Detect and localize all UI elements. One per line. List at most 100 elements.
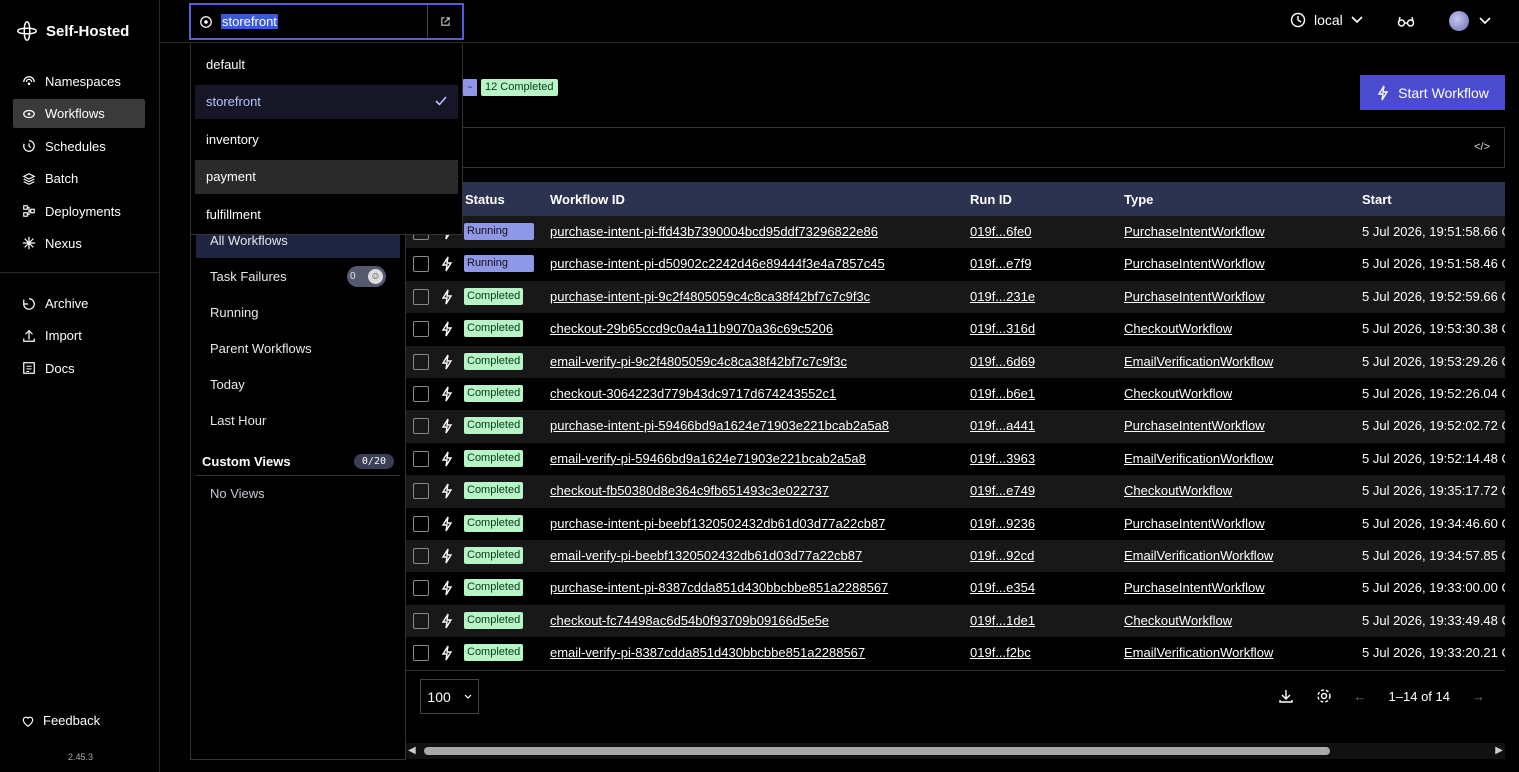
- workflow-id-link[interactable]: email-verify-pi-9c2f4805059c4c8ca38f42bf…: [550, 354, 847, 369]
- row-checkbox[interactable]: [413, 386, 429, 402]
- workflow-type-link[interactable]: PurchaseIntentWorkflow: [1124, 289, 1265, 304]
- row-checkbox[interactable]: [413, 450, 429, 467]
- workflow-id-link[interactable]: purchase-intent-pi-d50902c2242d46e89444f…: [550, 256, 885, 271]
- workflow-type-link[interactable]: PurchaseIntentWorkflow: [1124, 580, 1265, 595]
- row-checkbox[interactable]: [413, 256, 429, 273]
- workflow-id-link[interactable]: email-verify-pi-59466bd9a1624e71903e221b…: [550, 451, 866, 466]
- workflow-type-link[interactable]: EmailVerificationWorkflow: [1124, 451, 1273, 466]
- run-id-link[interactable]: 019f...6fe0: [970, 224, 1031, 239]
- saved-view-parent-workflows[interactable]: Parent Workflows: [196, 330, 400, 366]
- nav-item-batch[interactable]: Batch: [13, 164, 145, 193]
- data-encoder-button[interactable]: [1397, 14, 1415, 31]
- workflow-type-link[interactable]: CheckoutWorkflow: [1124, 321, 1232, 336]
- prev-page-icon[interactable]: ←: [1354, 689, 1367, 704]
- next-page-icon[interactable]: →: [1472, 689, 1485, 704]
- workflow-type-link[interactable]: PurchaseIntentWorkflow: [1124, 224, 1265, 239]
- workflow-id-link[interactable]: purchase-intent-pi-59466bd9a1624e71903e2…: [550, 418, 889, 433]
- deployments-icon: [21, 203, 37, 219]
- gear-icon[interactable]: [1316, 688, 1332, 704]
- workflow-type-link[interactable]: EmailVerificationWorkflow: [1124, 354, 1273, 369]
- saved-view-today[interactable]: Today: [196, 366, 400, 402]
- open-namespace-button[interactable]: [427, 5, 462, 38]
- namespace-option-inventory[interactable]: inventory: [195, 122, 458, 156]
- run-id-link[interactable]: 019f...e354: [970, 580, 1035, 595]
- nav-item-nexus[interactable]: Nexus: [13, 229, 145, 258]
- nav-item-import[interactable]: Import: [13, 321, 145, 350]
- horizontal-scrollbar[interactable]: ◀ ▶: [406, 743, 1505, 759]
- workflow-type-link[interactable]: CheckoutWorkflow: [1124, 386, 1232, 401]
- workflow-type-link[interactable]: EmailVerificationWorkflow: [1124, 645, 1273, 660]
- namespace-option-fulfillment[interactable]: fulfillment: [195, 197, 458, 231]
- nav-item-schedules[interactable]: Schedules: [13, 132, 145, 161]
- namespace-option-default[interactable]: default: [195, 47, 458, 81]
- run-id-link[interactable]: 019f...92cd: [970, 548, 1034, 563]
- workflow-id-link[interactable]: purchase-intent-pi-beebf1320502432db61d0…: [550, 516, 885, 531]
- nav-item-deployments[interactable]: Deployments: [13, 197, 145, 226]
- environment-selector[interactable]: local: [1290, 12, 1363, 28]
- workflow-id-link[interactable]: checkout-3064223d779b43dc9717d674243552c…: [550, 386, 836, 401]
- scrollbar-thumb[interactable]: [424, 747, 1330, 755]
- per-page-select[interactable]: 100: [420, 679, 479, 714]
- run-id-link[interactable]: 019f...e7f9: [970, 256, 1031, 271]
- run-id-link[interactable]: 019f...316d: [970, 321, 1035, 336]
- namespace-option-storefront[interactable]: storefront: [195, 84, 458, 119]
- scroll-right-icon[interactable]: ▶: [1495, 745, 1503, 756]
- workflow-type-link[interactable]: CheckoutWorkflow: [1124, 483, 1232, 498]
- run-id-link[interactable]: 019f...e749: [970, 483, 1035, 498]
- workflow-type-link[interactable]: PurchaseIntentWorkflow: [1124, 516, 1265, 531]
- run-id-link[interactable]: 019f...f2bc: [970, 645, 1031, 660]
- run-id-link[interactable]: 019f...a441: [970, 418, 1035, 433]
- workflow-id-link[interactable]: purchase-intent-pi-ffd43b7390004bcd95ddf…: [550, 224, 878, 239]
- workflow-id-link[interactable]: purchase-intent-pi-9c2f4805059c4c8ca38f4…: [550, 289, 870, 304]
- user-menu[interactable]: [1449, 11, 1491, 31]
- row-checkbox[interactable]: [413, 645, 429, 662]
- row-checkbox[interactable]: [413, 353, 429, 370]
- workflow-id-link[interactable]: purchase-intent-pi-8387cdda851d430bbcbbe…: [550, 580, 888, 595]
- nav-item-archive[interactable]: Archive: [13, 289, 145, 318]
- row-checkbox[interactable]: [413, 612, 429, 629]
- nav-item-namespaces[interactable]: Namespaces: [13, 67, 145, 96]
- header-run-id[interactable]: Run ID: [970, 192, 1012, 207]
- task-failures-toggle[interactable]: 0 ☺: [347, 265, 386, 287]
- feedback-link[interactable]: Feedback: [21, 713, 100, 728]
- row-checkbox[interactable]: [413, 288, 429, 305]
- workflow-type-link[interactable]: PurchaseIntentWorkflow: [1124, 256, 1265, 271]
- workflow-id-link[interactable]: email-verify-pi-8387cdda851d430bbcbbe851…: [550, 645, 865, 660]
- run-id-link[interactable]: 019f...3963: [970, 451, 1035, 466]
- nav-item-docs[interactable]: Docs: [13, 354, 145, 383]
- code-view-icon[interactable]: </>: [1474, 141, 1490, 153]
- row-checkbox[interactable]: [413, 418, 429, 435]
- workflow-id-link[interactable]: checkout-fb50380d8e364c9fb651493c3e02273…: [550, 483, 829, 498]
- saved-view-last-hour[interactable]: Last Hour: [196, 402, 400, 438]
- run-id-link[interactable]: 019f...b6e1: [970, 386, 1035, 401]
- workflow-id-link[interactable]: checkout-fc74498ac6d54b0f93709b09166d5e5…: [550, 613, 829, 628]
- workflow-id-link[interactable]: email-verify-pi-beebf1320502432db61d03d7…: [550, 548, 862, 563]
- header-workflow-id[interactable]: Workflow ID: [550, 192, 625, 207]
- query-filter-bar[interactable]: </>: [406, 127, 1505, 168]
- workflow-type-link[interactable]: CheckoutWorkflow: [1124, 613, 1232, 628]
- row-checkbox[interactable]: [413, 580, 429, 597]
- row-checkbox[interactable]: [413, 321, 429, 338]
- nav-item-workflows[interactable]: Workflows: [13, 99, 145, 129]
- workflow-id-link[interactable]: checkout-29b65ccd9c0a4a11b9070a36c69c520…: [550, 321, 833, 336]
- row-checkbox[interactable]: [413, 483, 429, 500]
- run-id-link[interactable]: 019f...1de1: [970, 613, 1035, 628]
- scroll-left-icon[interactable]: ◀: [408, 745, 416, 756]
- saved-view-running[interactable]: Running: [196, 294, 400, 330]
- workflow-type-link[interactable]: PurchaseIntentWorkflow: [1124, 418, 1265, 433]
- download-icon[interactable]: [1278, 688, 1294, 704]
- start-workflow-button[interactable]: Start Workflow: [1360, 75, 1505, 110]
- header-start[interactable]: Start: [1362, 192, 1392, 207]
- run-id-link[interactable]: 019f...6d69: [970, 354, 1035, 369]
- row-checkbox[interactable]: [413, 515, 429, 532]
- workflow-type-link[interactable]: EmailVerificationWorkflow: [1124, 548, 1273, 563]
- header-type[interactable]: Type: [1124, 192, 1153, 207]
- saved-view-task-failures[interactable]: Task Failures 0 ☺: [196, 258, 400, 294]
- run-id-link[interactable]: 019f...9236: [970, 516, 1035, 531]
- row-checkbox[interactable]: [413, 548, 429, 564]
- namespace-option-payment[interactable]: payment: [195, 159, 458, 194]
- header-status[interactable]: Status: [465, 192, 505, 207]
- run-id-link[interactable]: 019f...231e: [970, 289, 1035, 304]
- namespace-select-input[interactable]: storefront: [189, 3, 464, 40]
- brand-logo[interactable]: Self-Hosted: [16, 20, 129, 42]
